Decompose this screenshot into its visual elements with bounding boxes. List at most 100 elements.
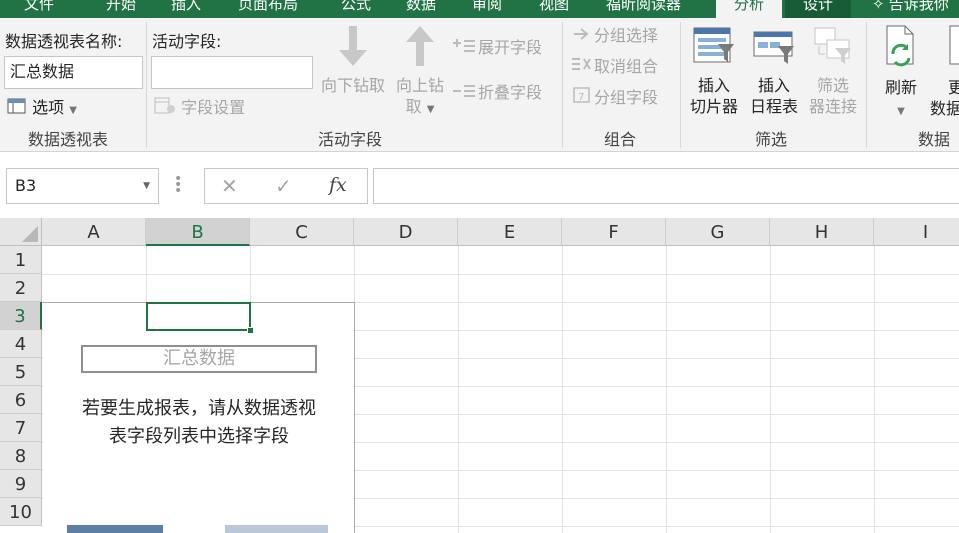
group-label-pivot-table: 数据透视表 xyxy=(28,130,109,149)
group-divider xyxy=(680,22,681,148)
tab-foxit-reader[interactable]: 福昕阅读器 xyxy=(600,0,687,18)
row-header-1[interactable]: 1 xyxy=(0,246,42,274)
insert-slicer-button[interactable]: 插入 切片器 xyxy=(686,24,742,117)
column-header-d[interactable]: D xyxy=(354,218,458,246)
field-settings-label: 字段设置 xyxy=(181,98,246,117)
column-header-b[interactable]: B xyxy=(146,218,250,246)
active-field-label: 活动字段: xyxy=(152,32,222,51)
filter-connections-line2: 器连接 xyxy=(808,97,857,116)
active-cell-b3[interactable] xyxy=(146,302,251,331)
name-box[interactable]: B3 ▼ xyxy=(6,168,159,204)
refresh-icon xyxy=(876,24,926,75)
tab-page-layout[interactable]: 页面布局 xyxy=(232,0,304,18)
row-header-7[interactable]: 7 xyxy=(0,414,42,442)
insert-function-icon[interactable]: fx xyxy=(329,174,347,196)
tab-home[interactable]: 开始 xyxy=(100,0,142,18)
column-header-h[interactable]: H xyxy=(770,218,874,246)
ungroup-label: 取消组合 xyxy=(594,57,659,76)
gridline xyxy=(666,246,667,533)
pivot-message-line2: 表字段列表中选择字段 xyxy=(109,426,289,447)
options-label: 选项 xyxy=(32,98,65,117)
change-data-source-button[interactable]: 更 数据 xyxy=(928,24,959,119)
drill-down-button[interactable]: 向下钻取 xyxy=(316,24,390,96)
expand-field-button[interactable]: 展开字段 xyxy=(452,35,542,61)
worksheet-grid: A B C D E F G H I 1 2 3 4 5 6 7 8 9 10 汇… xyxy=(0,218,959,533)
fill-handle[interactable] xyxy=(247,327,254,334)
insert-timeline-button[interactable]: 插入 日程表 xyxy=(745,24,803,117)
options-icon xyxy=(7,97,27,119)
refresh-label: 刷新 xyxy=(884,78,917,97)
cancel-icon[interactable]: ✕ xyxy=(221,174,238,198)
pivot-table-placeholder[interactable]: 汇总数据 若要生成报表，请从数据透视 表字段列表中选择字段 xyxy=(43,302,355,533)
column-header-c[interactable]: C xyxy=(250,218,354,246)
chevron-down-icon: ▼ xyxy=(897,106,905,117)
tab-view[interactable]: 视图 xyxy=(533,0,575,18)
refresh-button[interactable]: 刷新 ▼ xyxy=(876,24,926,122)
gridline xyxy=(874,246,875,533)
change-source-line2: 数据 xyxy=(930,99,959,118)
enter-icon[interactable]: ✓ xyxy=(275,174,292,198)
gridline xyxy=(562,246,563,533)
row-header-8[interactable]: 8 xyxy=(0,442,42,470)
pivot-placeholder-title: 汇总数据 xyxy=(81,345,317,373)
calendar-icon: 7 xyxy=(572,86,592,112)
lightbulb-icon: ✧ xyxy=(872,0,885,13)
column-header-g[interactable]: G xyxy=(666,218,770,246)
ungroup-button[interactable]: 取消组合 xyxy=(570,54,658,80)
group-divider xyxy=(562,22,563,148)
arrow-down-icon xyxy=(316,24,390,73)
row-header-6[interactable]: 6 xyxy=(0,386,42,414)
filter-connections-button[interactable]: 筛选 器连接 xyxy=(804,24,862,117)
slicer-icon xyxy=(686,24,742,73)
group-label-data: 数据 xyxy=(918,130,951,149)
filter-connections-line1: 筛选 xyxy=(816,76,849,95)
pivot-name-input[interactable]: 汇总数据 xyxy=(4,56,143,89)
row-header-5[interactable]: 5 xyxy=(0,358,42,386)
group-selection-button[interactable]: 分组选择 xyxy=(572,23,658,49)
tab-analyze[interactable]: 分析 xyxy=(716,0,782,18)
row-header-9[interactable]: 9 xyxy=(0,470,42,498)
options-button[interactable]: 选项 ▼ xyxy=(7,94,77,119)
tab-formulas[interactable]: 公式 xyxy=(335,0,377,18)
column-header-e[interactable]: E xyxy=(458,218,562,246)
ribbon-tab-bar: 文件 开始 插入 页面布局 公式 数据 审阅 视图 福昕阅读器 分析 设计 ✧ … xyxy=(0,0,959,18)
drill-up-label-line1: 向上钻 xyxy=(395,76,444,95)
tab-insert[interactable]: 插入 xyxy=(165,0,207,18)
tab-file[interactable]: 文件 xyxy=(18,0,60,18)
group-divider xyxy=(866,22,867,148)
pivot-placeholder-field-bar xyxy=(225,525,328,533)
row-header-4[interactable]: 4 xyxy=(0,330,42,358)
field-settings-button[interactable]: 字段设置 xyxy=(154,94,245,119)
group-label-filter: 筛选 xyxy=(755,130,788,149)
data-source-icon xyxy=(948,24,959,75)
arrow-right-icon xyxy=(572,24,592,50)
chevron-down-icon: ▼ xyxy=(426,104,435,115)
row-header-2[interactable]: 2 xyxy=(0,274,42,302)
drill-up-button[interactable]: 向上钻 取 ▼ xyxy=(390,24,450,120)
insert-slicer-line1: 插入 xyxy=(697,76,730,95)
insert-timeline-line2: 日程表 xyxy=(749,97,798,116)
column-header-f[interactable]: F xyxy=(562,218,666,246)
tab-design[interactable]: 设计 xyxy=(785,0,851,18)
tab-review[interactable]: 审阅 xyxy=(466,0,508,18)
row-header-3[interactable]: 3 xyxy=(0,302,42,330)
group-field-label: 分组字段 xyxy=(594,88,659,107)
chevron-down-icon[interactable]: ▼ xyxy=(143,169,150,203)
group-field-button[interactable]: 7 分组字段 xyxy=(572,85,658,111)
tell-me-search[interactable]: ✧ 告诉我你 xyxy=(866,0,955,18)
column-header-i[interactable]: I xyxy=(874,218,959,246)
active-field-input[interactable] xyxy=(151,56,313,89)
pivot-name-label: 数据透视表名称: xyxy=(5,32,123,51)
row-header-10[interactable]: 10 xyxy=(0,498,42,526)
arrow-up-icon xyxy=(390,24,450,73)
drag-handle-icon[interactable]: • • • xyxy=(174,172,182,198)
column-header-a[interactable]: A xyxy=(42,218,146,246)
formula-input[interactable] xyxy=(373,168,959,204)
tab-data[interactable]: 数据 xyxy=(400,0,442,18)
insert-timeline-line1: 插入 xyxy=(757,76,790,95)
group-label-group: 组合 xyxy=(604,130,637,149)
chevron-down-icon: ▼ xyxy=(69,105,77,116)
timeline-icon xyxy=(745,24,803,73)
select-all-button[interactable] xyxy=(0,218,42,246)
collapse-field-button[interactable]: 折叠字段 xyxy=(452,80,542,106)
